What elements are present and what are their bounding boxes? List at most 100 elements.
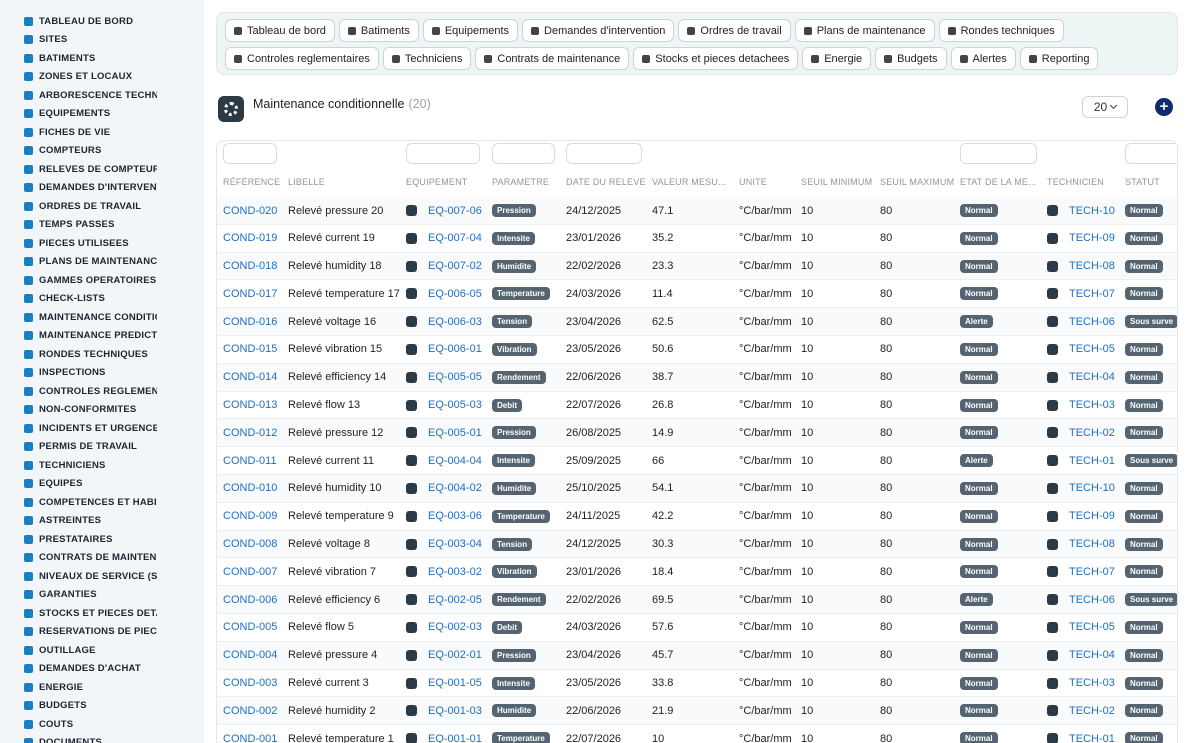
link-tech[interactable]: TECH-07	[1069, 288, 1115, 300]
nav-button[interactable]: Stocks et pieces detachees	[633, 47, 799, 70]
link-equip[interactable]: EQ-006-01	[428, 343, 482, 355]
table-row[interactable]: COND-017 Relevé temperature 17 EQ-006-05 Te…	[217, 280, 1177, 309]
link-ref[interactable]: COND-010	[223, 482, 277, 494]
table-row[interactable]: COND-003 Relevé current 3 EQ-001-05 Intensi…	[217, 670, 1177, 698]
link-ref[interactable]: COND-002	[223, 705, 277, 717]
table-row[interactable]: COND-004 Relevé pressure 4 EQ-002-01 Pressi…	[217, 641, 1177, 670]
link-equip[interactable]: EQ-002-05	[428, 594, 482, 606]
sidebar-item[interactable]: PLANS DE MAINTENANCE	[0, 253, 204, 272]
link-equip[interactable]: EQ-001-01	[428, 733, 482, 743]
table-row[interactable]: COND-009 Relevé temperature 9 EQ-003-06 Tem…	[217, 503, 1177, 531]
sidebar-item[interactable]: TECHNICIENS	[0, 456, 204, 475]
link-equip[interactable]: EQ-006-05	[428, 288, 482, 300]
link-equip[interactable]: EQ-002-03	[428, 621, 482, 633]
sidebar-item[interactable]: COUTS	[0, 715, 204, 734]
link-ref[interactable]: COND-009	[223, 510, 277, 522]
col-date-header[interactable]: DATE DU RELEVE	[566, 177, 650, 187]
link-tech[interactable]: TECH-08	[1069, 260, 1115, 272]
col-statut-header[interactable]: STATUT	[1125, 177, 1177, 187]
link-ref[interactable]: COND-012	[223, 427, 277, 439]
col-seuil-max-header[interactable]: SEUIL MAXIMUM	[880, 177, 958, 187]
table-row[interactable]: COND-019 Relevé current 19 EQ-007-04 Intens…	[217, 225, 1177, 253]
col-technicien-header[interactable]: TECHNICIEN	[1047, 177, 1121, 187]
link-ref[interactable]: COND-008	[223, 538, 277, 550]
link-tech[interactable]: TECH-10	[1069, 482, 1115, 494]
link-tech[interactable]: TECH-08	[1069, 538, 1115, 550]
nav-button[interactable]: Plans de maintenance	[794, 19, 935, 42]
link-ref[interactable]: COND-015	[223, 343, 277, 355]
link-equip[interactable]: EQ-006-03	[428, 316, 482, 328]
table-row[interactable]: COND-007 Relevé vibration 7 EQ-003-02 Vibra…	[217, 558, 1177, 587]
nav-button[interactable]: Tableau de bord	[225, 19, 335, 42]
col-etat-header[interactable]: ETAT DE LA ME...	[960, 177, 1044, 187]
sidebar-item[interactable]: TABLEAU DE BORD	[0, 12, 204, 31]
filter-reference-input[interactable]	[223, 143, 277, 164]
link-equip[interactable]: EQ-007-04	[428, 232, 482, 244]
sidebar-item[interactable]: RONDES TECHNIQUES	[0, 345, 204, 364]
sidebar-item[interactable]: CONTRATS DE MAINTENA	[0, 549, 204, 568]
link-equip[interactable]: EQ-003-06	[428, 510, 482, 522]
link-ref[interactable]: COND-018	[223, 260, 277, 272]
filter-date-input[interactable]	[566, 143, 642, 164]
table-row[interactable]: COND-008 Relevé voltage 8 EQ-003-04 Tension…	[217, 530, 1177, 559]
sidebar-item[interactable]: EQUIPEMENTS	[0, 105, 204, 124]
link-ref[interactable]: COND-007	[223, 566, 277, 578]
link-tech[interactable]: TECH-06	[1069, 594, 1115, 606]
table-row[interactable]: COND-020 Relevé pressure 20 EQ-007-06 Press…	[217, 197, 1177, 225]
link-tech[interactable]: TECH-09	[1069, 510, 1115, 522]
nav-button[interactable]: Budgets	[875, 47, 947, 70]
sidebar-item[interactable]: INSPECTIONS	[0, 364, 204, 383]
link-equip[interactable]: EQ-001-05	[428, 677, 482, 689]
link-equip[interactable]: EQ-003-02	[428, 566, 482, 578]
link-equip[interactable]: EQ-003-04	[428, 538, 482, 550]
link-ref[interactable]: COND-020	[223, 205, 277, 217]
link-ref[interactable]: COND-017	[223, 288, 277, 300]
link-tech[interactable]: TECH-03	[1069, 677, 1115, 689]
sidebar-item[interactable]: STOCKS ET PIECES DETA	[0, 604, 204, 623]
sidebar-item[interactable]: RELEVES DE COMPTEURS	[0, 160, 204, 179]
link-tech[interactable]: TECH-03	[1069, 399, 1115, 411]
sidebar-item[interactable]: COMPTEURS	[0, 142, 204, 161]
link-tech[interactable]: TECH-05	[1069, 343, 1115, 355]
link-ref[interactable]: COND-006	[223, 594, 277, 606]
link-tech[interactable]: TECH-02	[1069, 427, 1115, 439]
sidebar-item[interactable]: RESERVATIONS DE PIECE	[0, 623, 204, 642]
col-valeur-header[interactable]: VALEUR MESU...	[652, 177, 734, 187]
table-row[interactable]: COND-010 Relevé humidity 10 EQ-004-02 Humid…	[217, 474, 1177, 503]
link-tech[interactable]: TECH-04	[1069, 649, 1115, 661]
table-row[interactable]: COND-018 Relevé humidity 18 EQ-007-02 Humid…	[217, 252, 1177, 281]
table-row[interactable]: COND-006 Relevé efficiency 6 EQ-002-05 Rend…	[217, 586, 1177, 614]
link-tech[interactable]: TECH-01	[1069, 733, 1115, 743]
col-parametre-header[interactable]: PARAMETRE	[492, 177, 564, 187]
link-equip[interactable]: EQ-005-01	[428, 427, 482, 439]
sidebar-item[interactable]: DEMANDES D'INTERVENT	[0, 179, 204, 198]
sidebar-item[interactable]: PRESTATAIRES	[0, 530, 204, 549]
link-tech[interactable]: TECH-09	[1069, 232, 1115, 244]
link-equip[interactable]: EQ-007-02	[428, 260, 482, 272]
nav-button[interactable]: Reporting	[1019, 47, 1099, 70]
col-libelle-header[interactable]: LIBELLE	[288, 177, 403, 187]
link-equip[interactable]: EQ-002-01	[428, 649, 482, 661]
nav-button[interactable]: Controles reglementaires	[225, 47, 379, 70]
nav-button[interactable]: Alertes	[950, 47, 1016, 70]
nav-button[interactable]: Contrats de maintenance	[475, 47, 630, 70]
table-row[interactable]: COND-015 Relevé vibration 15 EQ-006-01 Vibr…	[217, 336, 1177, 364]
link-tech[interactable]: TECH-01	[1069, 455, 1115, 467]
sidebar-item[interactable]: CHECK-LISTS	[0, 290, 204, 309]
link-ref[interactable]: COND-013	[223, 399, 277, 411]
link-equip[interactable]: EQ-001-03	[428, 705, 482, 717]
sidebar-item[interactable]: MAINTENANCE PREDICTI	[0, 327, 204, 346]
per-page-select[interactable]: 20	[1082, 96, 1128, 118]
col-unite-header[interactable]: UNITE	[739, 177, 799, 187]
filter-parametre-input[interactable]	[492, 143, 555, 164]
link-tech[interactable]: TECH-04	[1069, 371, 1115, 383]
nav-button[interactable]: Equipements	[422, 19, 519, 42]
table-row[interactable]: COND-014 Relevé efficiency 14 EQ-005-05 Ren…	[217, 363, 1177, 392]
sidebar-item[interactable]: ARBORESCENCE TECHNI	[0, 86, 204, 105]
link-equip[interactable]: EQ-004-02	[428, 482, 482, 494]
sidebar-item[interactable]: BUDGETS	[0, 697, 204, 716]
table-row[interactable]: COND-011 Relevé current 11 EQ-004-04 Intens…	[217, 447, 1177, 475]
link-equip[interactable]: EQ-004-04	[428, 455, 482, 467]
filter-etat-input[interactable]	[960, 143, 1037, 164]
sidebar-item[interactable]: ENERGIE	[0, 678, 204, 697]
